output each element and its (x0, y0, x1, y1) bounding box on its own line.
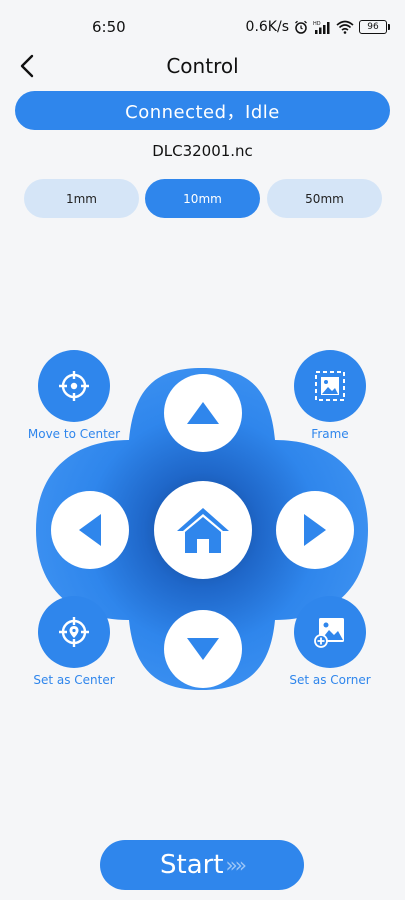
move-to-center-label: Move to Center (27, 427, 121, 441)
frame-image-icon (315, 371, 345, 401)
jog-right-button[interactable] (276, 491, 354, 569)
jog-left-button[interactable] (51, 491, 129, 569)
arrow-down-icon (187, 638, 219, 660)
arrow-left-icon (79, 514, 101, 546)
set-as-center-label: Set as Center (33, 673, 115, 687)
set-as-center-button[interactable] (38, 596, 110, 668)
arrow-up-icon (187, 402, 219, 424)
home-button[interactable] (154, 481, 252, 579)
set-as-corner-label: Set as Corner (289, 673, 371, 687)
move-to-center-button[interactable] (38, 350, 110, 422)
start-label: Start (160, 850, 224, 880)
jog-up-button[interactable] (164, 374, 242, 452)
start-button[interactable]: Start »» (100, 840, 304, 890)
frame-button[interactable] (294, 350, 366, 422)
double-chevron-right-icon: »» (225, 853, 248, 877)
location-target-icon (59, 617, 89, 647)
home-icon (177, 508, 229, 553)
frame-label: Frame (311, 427, 349, 441)
arrow-right-icon (304, 514, 326, 546)
image-add-icon (314, 618, 344, 648)
set-as-corner-button[interactable] (294, 596, 366, 668)
crosshair-icon (59, 371, 89, 401)
jog-down-button[interactable] (164, 610, 242, 688)
